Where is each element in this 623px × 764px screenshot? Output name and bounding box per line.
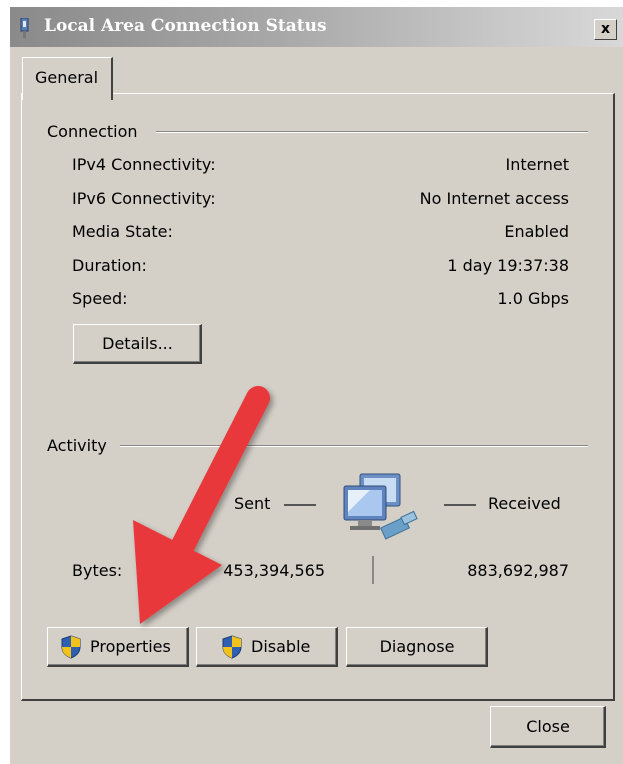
connection-group-line: [156, 131, 588, 133]
disable-button[interactable]: Disable: [196, 627, 338, 667]
close-button-label: Close: [526, 717, 570, 736]
uac-shield-icon: [222, 635, 242, 659]
duration-label: Duration:: [72, 256, 147, 275]
ipv6-label: IPv6 Connectivity:: [72, 189, 216, 208]
properties-button[interactable]: Properties: [47, 627, 189, 667]
bytes-label: Bytes:: [72, 561, 123, 580]
details-button[interactable]: Details...: [73, 324, 202, 364]
tab-general-label: General: [35, 68, 99, 87]
received-label: Received: [488, 494, 561, 513]
disable-button-label: Disable: [251, 637, 311, 656]
activity-group-line: [120, 445, 588, 447]
details-button-label: Details...: [102, 334, 173, 353]
properties-button-label: Properties: [90, 637, 171, 656]
window-title: Local Area Connection Status: [44, 16, 327, 36]
uac-shield-icon: [61, 635, 81, 659]
activity-group-label: Activity: [47, 436, 113, 455]
close-button[interactable]: Close: [490, 706, 606, 748]
duration-value: 1 day 19:37:38: [447, 256, 569, 275]
media-state-value: Enabled: [504, 222, 569, 241]
network-computers-icon: [343, 473, 418, 540]
title-bar[interactable]: Local Area Connection Status x: [10, 7, 623, 47]
titlebar-close-button[interactable]: x: [594, 19, 617, 40]
speed-label: Speed:: [72, 289, 128, 308]
dialog-window: Local Area Connection Status x General C…: [10, 7, 623, 764]
tab-general[interactable]: General: [22, 57, 113, 100]
speed-value: 1.0 Gbps: [497, 289, 569, 308]
sent-label: Sent: [234, 494, 271, 513]
general-panel: [21, 93, 615, 701]
media-state-label: Media State:: [72, 222, 173, 241]
received-dash: [444, 504, 476, 506]
diagnose-button-label: Diagnose: [379, 637, 455, 656]
diagnose-button[interactable]: Diagnose: [346, 627, 488, 667]
network-adapter-icon: [20, 18, 29, 38]
ipv4-value: Internet: [505, 155, 569, 174]
bytes-received-value: 883,692,987: [467, 561, 569, 580]
bytes-divider: [372, 556, 374, 584]
sent-dash: [284, 504, 316, 506]
ipv4-label: IPv4 Connectivity:: [72, 155, 216, 174]
bytes-sent-value: 453,394,565: [223, 561, 325, 580]
ipv6-value: No Internet access: [419, 189, 569, 208]
connection-group-label: Connection: [47, 122, 144, 141]
